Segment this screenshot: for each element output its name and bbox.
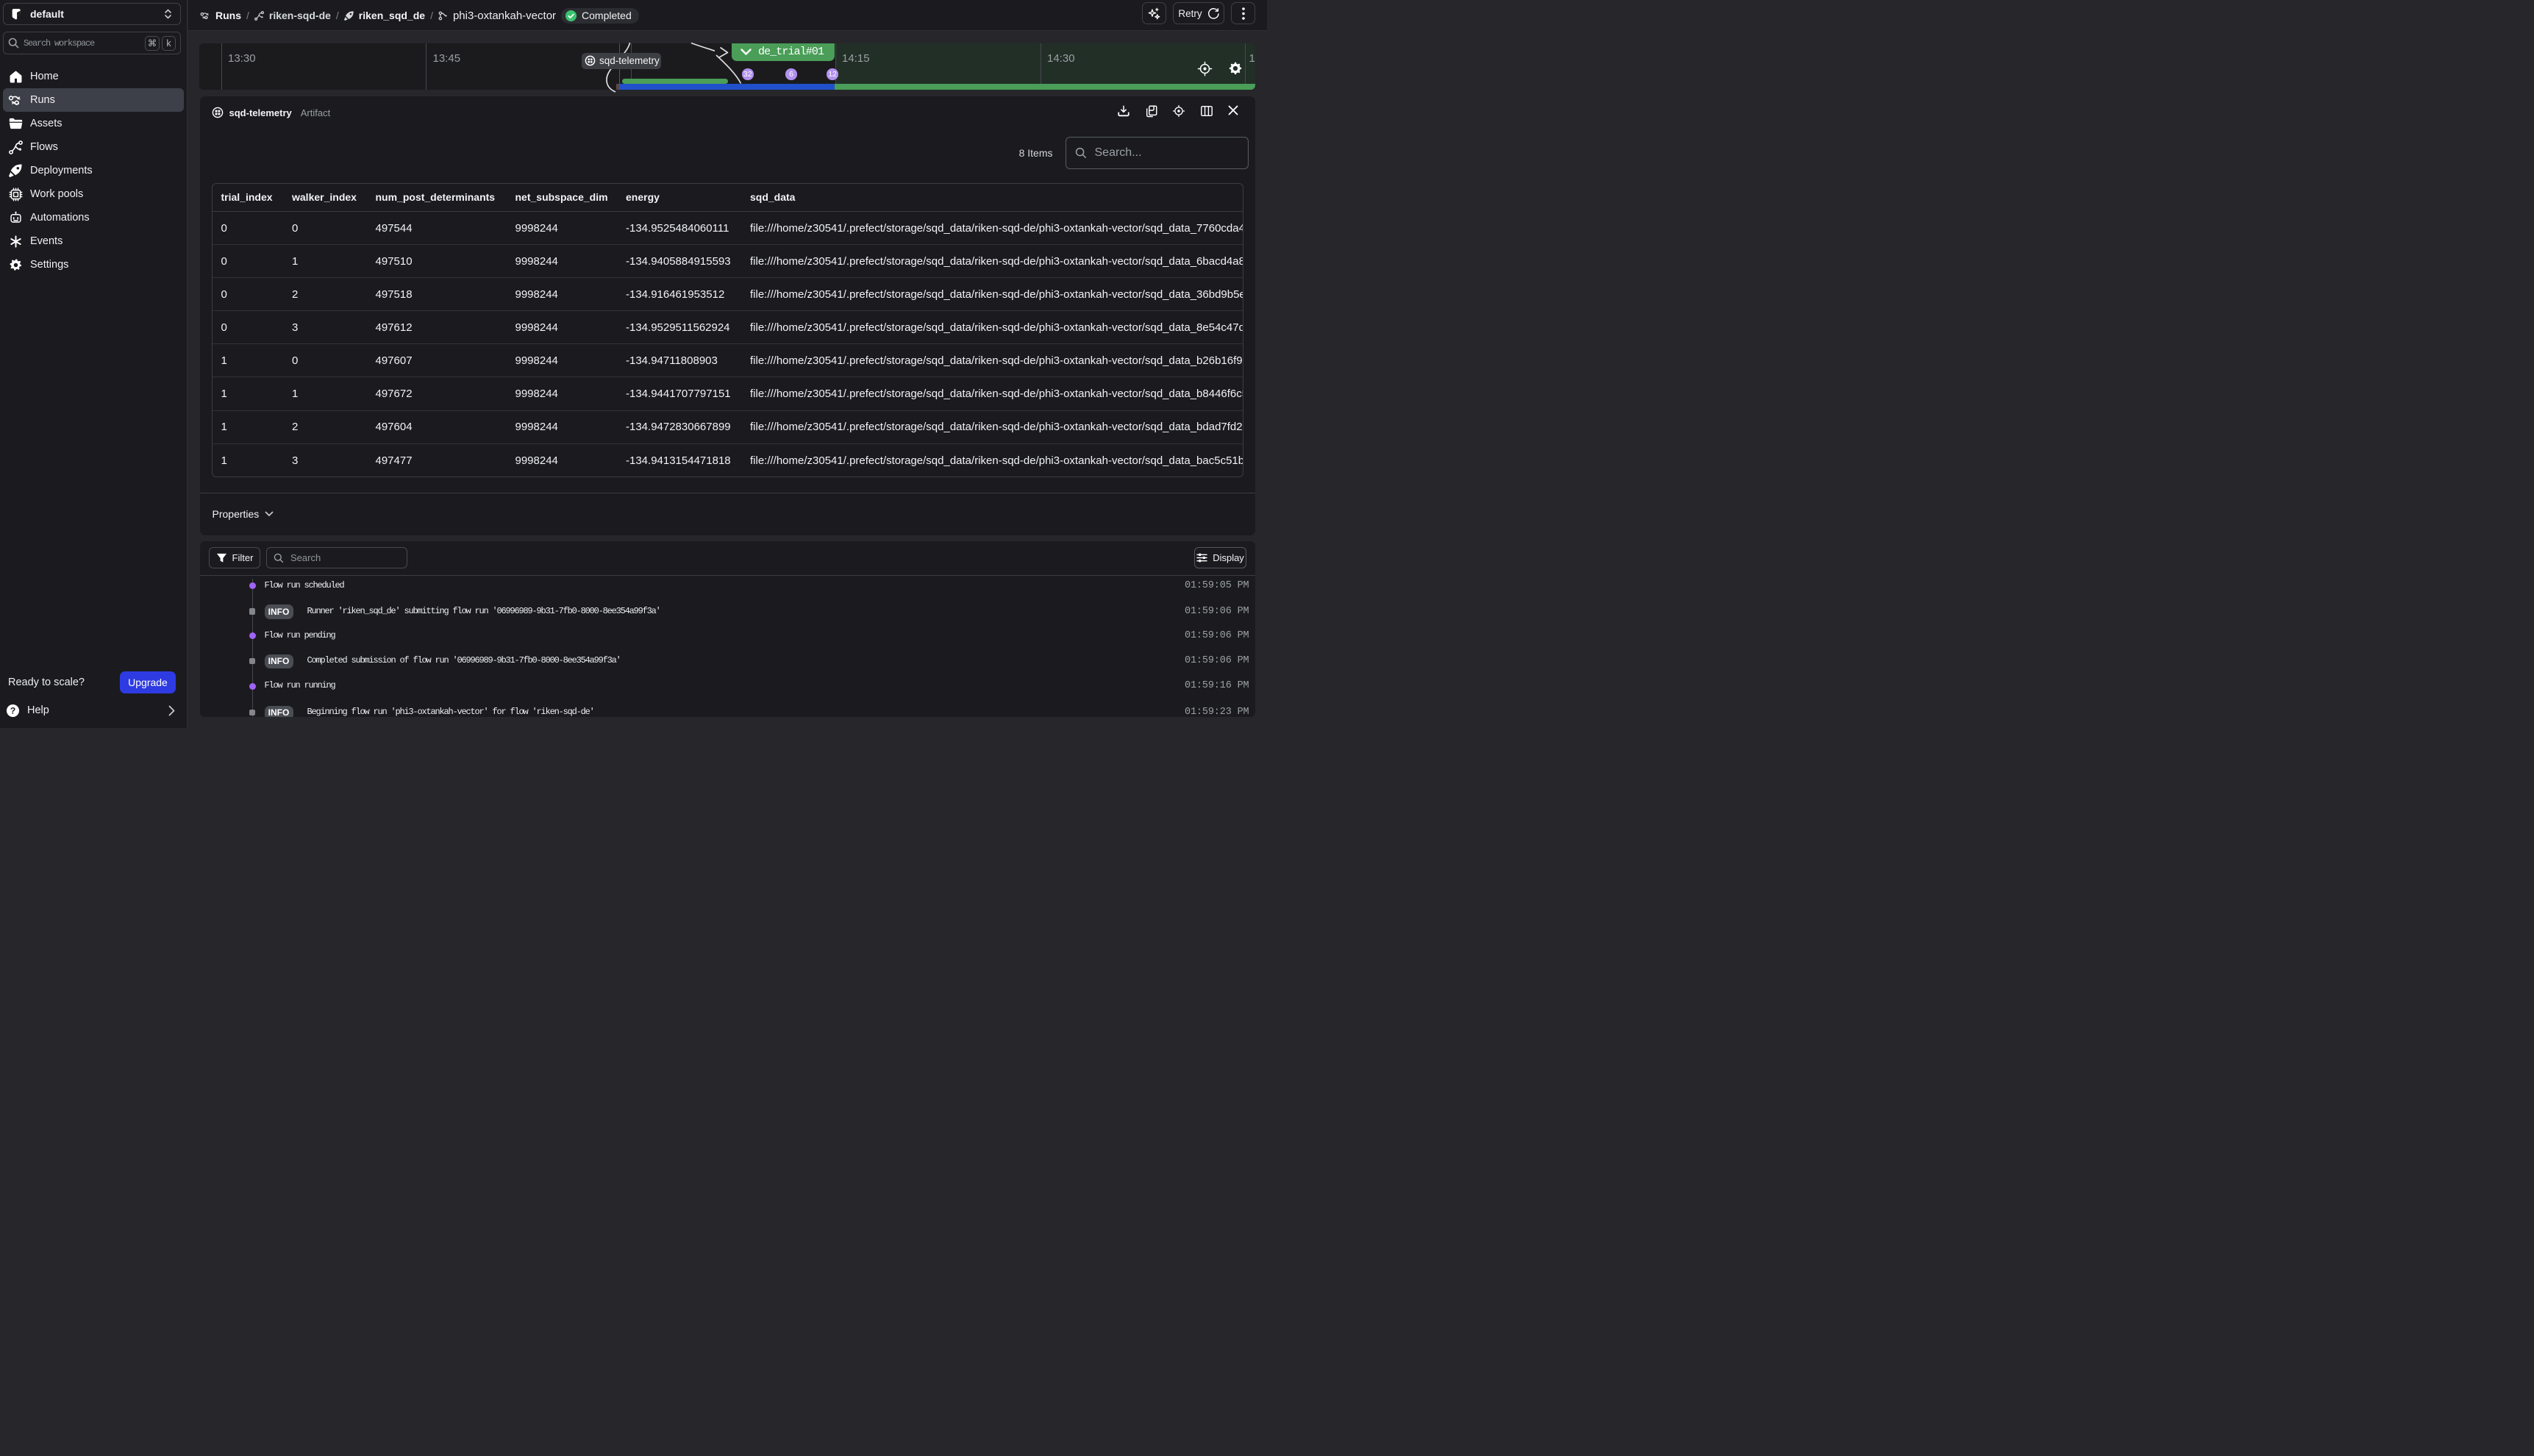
- svg-text:?: ?: [10, 705, 15, 715]
